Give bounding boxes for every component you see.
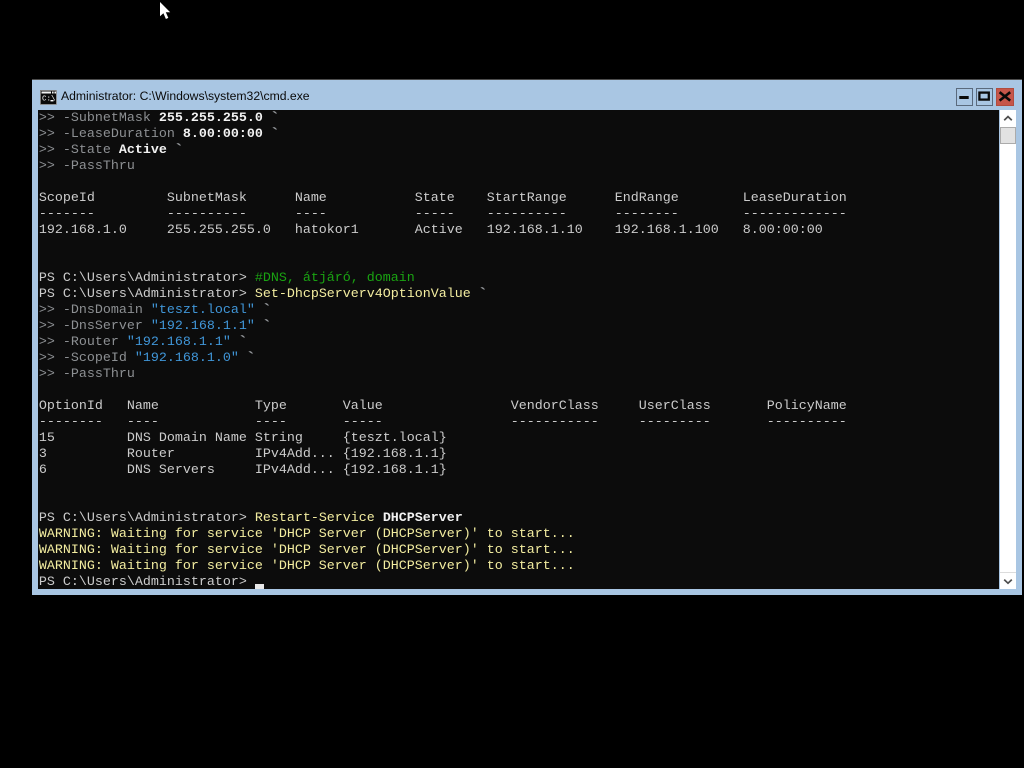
svg-text:C:\: C:\ bbox=[42, 96, 56, 104]
